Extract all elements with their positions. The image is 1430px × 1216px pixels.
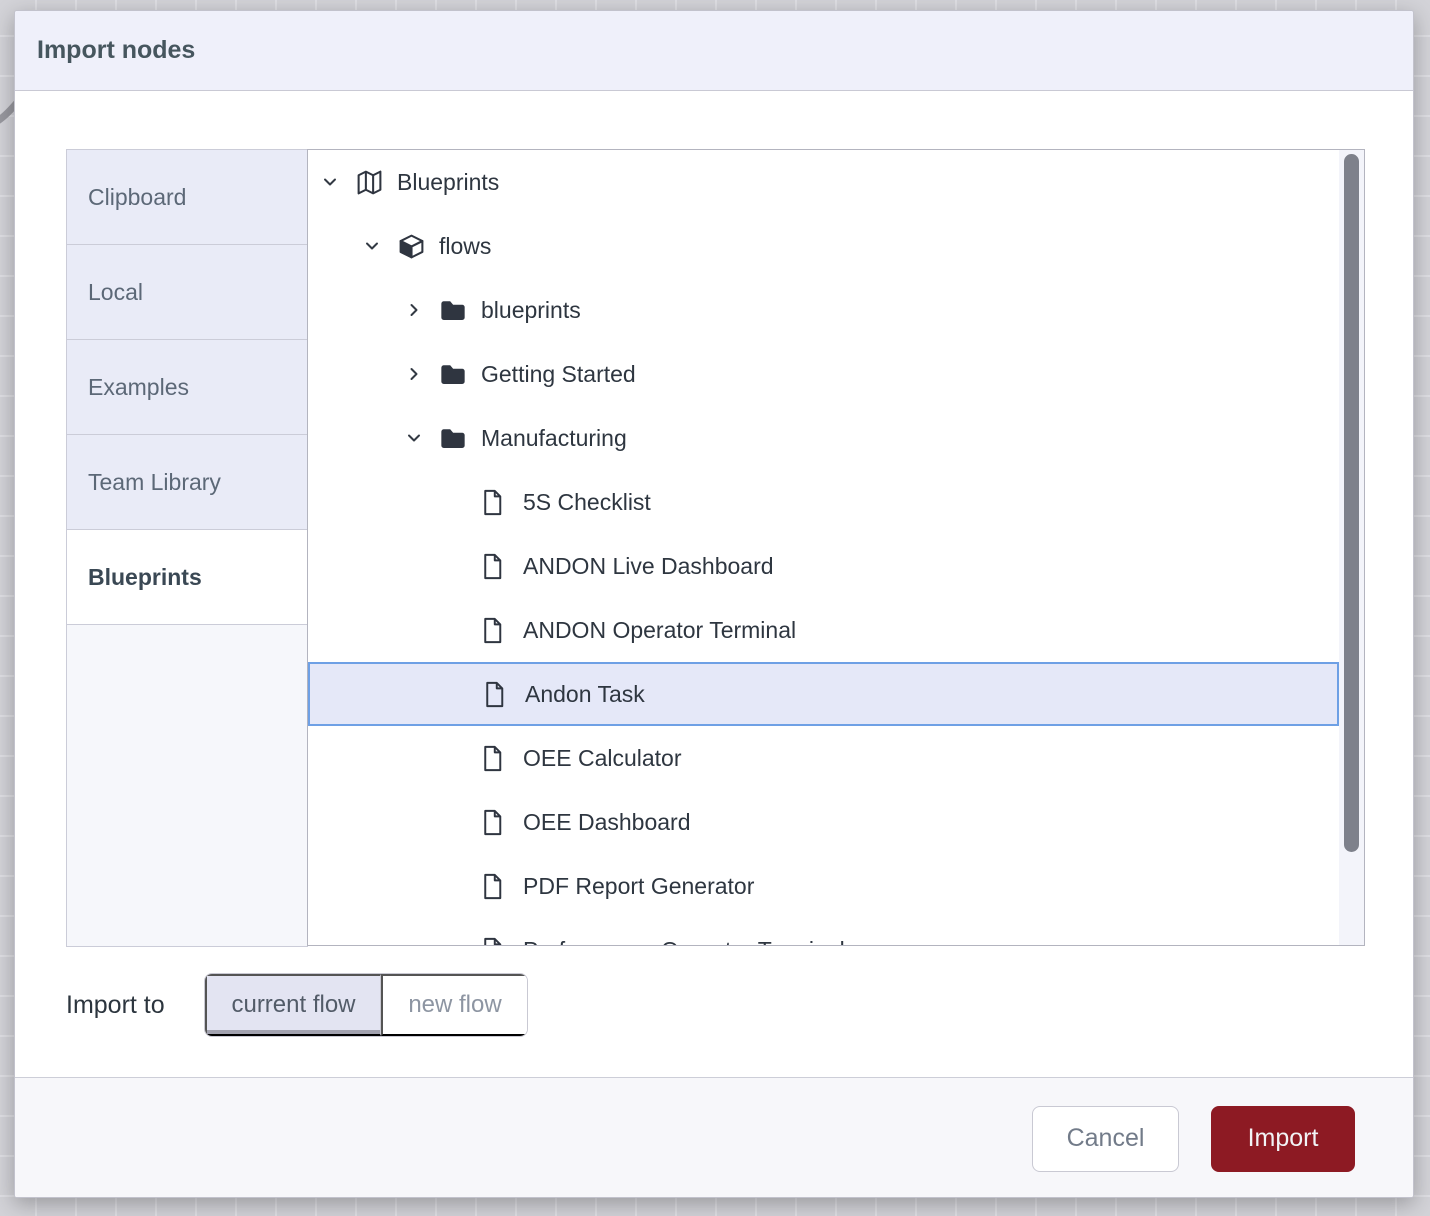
- map-icon: [354, 168, 397, 197]
- sidebar-item-label: Clipboard: [88, 184, 186, 211]
- tree-item-label: ANDON Live Dashboard: [523, 553, 774, 580]
- tree-item-label: blueprints: [481, 297, 581, 324]
- tree-item-5s-checklist[interactable]: 5S Checklist: [308, 470, 1339, 534]
- library-tree: Blueprints flows blueprints Getting Star…: [308, 150, 1339, 945]
- tree-item-flows[interactable]: flows: [308, 214, 1339, 278]
- folder-icon: [438, 425, 481, 452]
- tree-item-getting-started[interactable]: Getting Started: [308, 342, 1339, 406]
- chevron-down-icon: [404, 428, 438, 448]
- sidebar-item-clipboard[interactable]: Clipboard: [66, 149, 308, 245]
- dialog-header: Import nodes: [15, 11, 1413, 91]
- sidebar-item-label: Team Library: [88, 469, 221, 496]
- tree-scrollbar[interactable]: [1339, 150, 1364, 945]
- dialog-body: Clipboard Local Examples Team Library Bl…: [15, 91, 1413, 1198]
- package-icon: [396, 232, 439, 261]
- tree-item-pdf-report-generator[interactable]: PDF Report Generator: [308, 854, 1339, 918]
- tree-item-oee-dashboard[interactable]: OEE Dashboard: [308, 790, 1339, 854]
- tree-item-andon-operator-terminal[interactable]: ANDON Operator Terminal: [308, 598, 1339, 662]
- tree-item-label: Performance Operator Terminal: [523, 937, 845, 946]
- sidebar-item-examples[interactable]: Examples: [66, 339, 308, 435]
- segment-label: current flow: [231, 991, 355, 1019]
- chevron-right-icon: [404, 364, 438, 384]
- tree-item-label: Andon Task: [525, 681, 645, 708]
- tree-item-andon-task[interactable]: Andon Task: [308, 662, 1339, 726]
- import-to-current-flow-button[interactable]: current flow: [205, 974, 381, 1036]
- tree-item-label: Blueprints: [397, 169, 499, 196]
- import-button[interactable]: Import: [1211, 1106, 1355, 1172]
- tree-item-blueprints[interactable]: Blueprints: [308, 150, 1339, 214]
- sidebar-item-team-library[interactable]: Team Library: [66, 434, 308, 530]
- sidebar-item-label: Examples: [88, 374, 189, 401]
- sidebar-item-blueprints[interactable]: Blueprints: [66, 529, 308, 625]
- chevron-down-icon: [362, 236, 396, 256]
- file-icon: [482, 680, 525, 709]
- import-target-toggle: current flow new flow: [204, 973, 528, 1037]
- file-icon: [480, 872, 523, 901]
- tree-item-performance-operator-terminal[interactable]: Performance Operator Terminal: [308, 918, 1339, 945]
- sidebar-item-label: Blueprints: [88, 564, 202, 591]
- dialog-title: Import nodes: [37, 36, 195, 65]
- chevron-down-icon: [320, 172, 354, 192]
- scrollbar-thumb[interactable]: [1344, 154, 1359, 852]
- sidebar-item-label: Local: [88, 279, 143, 306]
- tree-item-label: OEE Calculator: [523, 745, 682, 772]
- file-icon: [480, 616, 523, 645]
- tree-item-blueprints[interactable]: blueprints: [308, 278, 1339, 342]
- tree-item-label: ANDON Operator Terminal: [523, 617, 796, 644]
- tree-item-label: Getting Started: [481, 361, 636, 388]
- library-tree-panel: Blueprints flows blueprints Getting Star…: [307, 149, 1365, 946]
- sidebar-tabs: Clipboard Local Examples Team Library Bl…: [66, 149, 308, 947]
- tree-item-label: PDF Report Generator: [523, 873, 754, 900]
- tree-item-andon-live-dashboard[interactable]: ANDON Live Dashboard: [308, 534, 1339, 598]
- tree-item-oee-calculator[interactable]: OEE Calculator: [308, 726, 1339, 790]
- sidebar-tabs-filler: [66, 624, 308, 947]
- file-icon: [480, 936, 523, 946]
- import-nodes-dialog: Import nodes Clipboard Local Examples Te…: [14, 10, 1414, 1198]
- tree-item-manufacturing[interactable]: Manufacturing: [308, 406, 1339, 470]
- folder-icon: [438, 297, 481, 324]
- dialog-footer: Cancel Import: [15, 1077, 1413, 1198]
- tree-item-label: Manufacturing: [481, 425, 627, 452]
- cancel-button[interactable]: Cancel: [1032, 1106, 1179, 1172]
- tree-item-label: 5S Checklist: [523, 489, 651, 516]
- chevron-right-icon: [404, 300, 438, 320]
- segment-label: new flow: [408, 991, 501, 1019]
- tree-item-label: flows: [439, 233, 491, 260]
- sidebar-item-local[interactable]: Local: [66, 244, 308, 340]
- folder-icon: [438, 361, 481, 388]
- tree-item-label: OEE Dashboard: [523, 809, 690, 836]
- file-icon: [480, 552, 523, 581]
- file-icon: [480, 744, 523, 773]
- file-icon: [480, 488, 523, 517]
- file-icon: [480, 808, 523, 837]
- import-to-new-flow-button[interactable]: new flow: [381, 974, 527, 1036]
- import-to-label: Import to: [66, 991, 165, 1020]
